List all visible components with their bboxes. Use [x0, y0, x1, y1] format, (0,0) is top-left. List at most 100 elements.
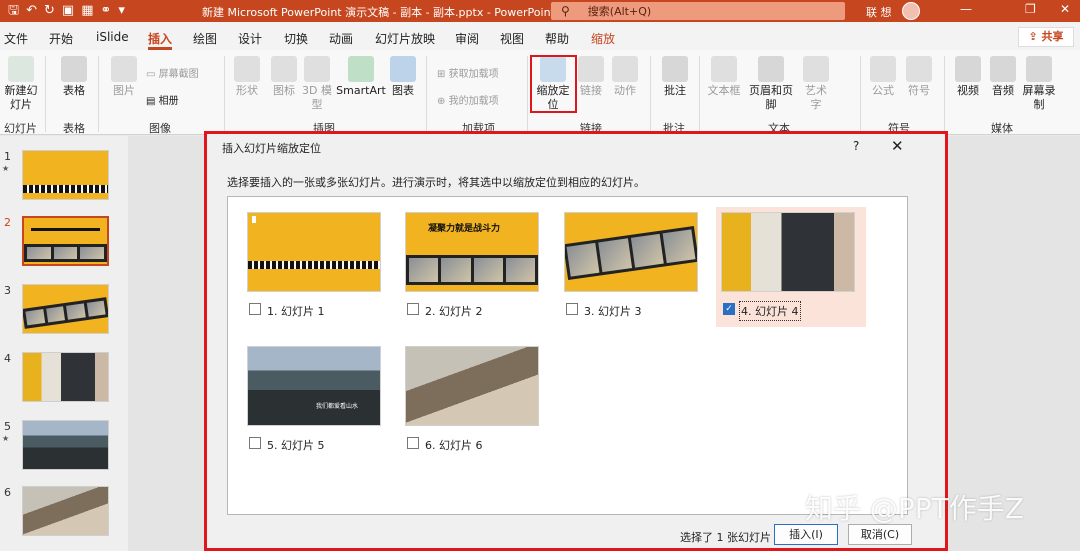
symbol-button[interactable]: 符号: [904, 56, 934, 98]
undo-icon[interactable]: ↶: [26, 4, 37, 18]
photo-strip: [565, 225, 697, 281]
screen-record-button[interactable]: 屏幕录制: [1022, 56, 1056, 112]
textbox-icon: [711, 56, 737, 82]
comment-icon: [662, 56, 688, 82]
slide-3-checkbox[interactable]: [566, 303, 578, 315]
slide-option-1[interactable]: 1. 幻灯片 1: [242, 207, 392, 327]
table-button[interactable]: 表格: [56, 56, 92, 98]
video-button[interactable]: 视频: [952, 56, 984, 98]
filmstrip-graphic: [248, 261, 380, 269]
smartart-button[interactable]: SmartArt: [336, 56, 386, 98]
slide-thumbnail-4[interactable]: [22, 352, 109, 402]
tab-transitions[interactable]: 切换: [284, 30, 308, 47]
tab-animations[interactable]: 动画: [329, 30, 353, 47]
slide-option-4[interactable]: ✓ 4. 幻灯片 4: [716, 207, 866, 327]
restore-icon[interactable]: ❐: [1025, 2, 1036, 16]
slide-thumbnail-1[interactable]: [22, 150, 109, 200]
tab-view[interactable]: 视图: [500, 30, 524, 47]
audio-button[interactable]: 音频: [988, 56, 1018, 98]
slide-4-checkbox[interactable]: ✓: [723, 303, 735, 315]
search-box[interactable]: ⚲ 搜索(Alt+Q): [551, 2, 845, 20]
slide-option-2[interactable]: 凝聚力就是战斗力 2. 幻灯片 2: [400, 207, 550, 327]
slide-option-3[interactable]: 3. 幻灯片 3: [559, 207, 709, 327]
slide-thumbnail-3[interactable]: [22, 284, 109, 334]
equation-label: 公式: [872, 84, 894, 97]
zoom-highlight-frame: [530, 55, 577, 113]
user-name[interactable]: 联 想: [866, 4, 892, 20]
smartart-label: SmartArt: [336, 84, 386, 97]
insert-button[interactable]: 插入(I): [774, 524, 838, 545]
minimize-icon[interactable]: —: [960, 2, 972, 16]
slide-thumbnail-2[interactable]: [22, 216, 109, 266]
header-footer-icon: [758, 56, 784, 82]
tab-home[interactable]: 开始: [49, 30, 73, 47]
group-divider: [224, 56, 225, 132]
slide-5-label: 5. 幻灯片 5: [267, 439, 325, 452]
share-button[interactable]: ⇪ 共享: [1018, 27, 1074, 47]
tab-zoom[interactable]: 缩放: [591, 30, 615, 47]
smartart-icon: [348, 56, 374, 82]
islide-icon[interactable]: ⚭: [100, 4, 111, 18]
textbox-button[interactable]: 文本框: [707, 56, 741, 98]
customize-icon[interactable]: ▾: [118, 4, 125, 18]
slide-list[interactable]: 1. 幻灯片 1 凝聚力就是战斗力 2. 幻灯片 2 3. 幻灯片 3 ✓ 4.…: [227, 196, 908, 515]
quick-access-toolbar: 🖫 ↶ ↻ ▣ ▦ ⚭ ▾: [8, 4, 125, 18]
link-button[interactable]: 链接: [578, 56, 604, 98]
window-title: 新建 Microsoft PowerPoint 演示文稿 - 副本 - 副本.p…: [202, 6, 555, 19]
group-slides-label: 幻灯片: [4, 122, 37, 135]
chart-button[interactable]: 图表: [388, 56, 418, 98]
new-slide-icon: [8, 56, 34, 82]
tab-help[interactable]: 帮助: [545, 30, 569, 47]
window-close-icon[interactable]: ✕: [1060, 2, 1070, 16]
save-icon[interactable]: 🖫: [8, 4, 19, 18]
present-icon[interactable]: ▣: [62, 4, 74, 18]
tab-review[interactable]: 审阅: [455, 30, 479, 47]
header-footer-label: 页眉和页脚: [749, 84, 793, 111]
slide-2-checkbox[interactable]: [407, 303, 419, 315]
header-footer-button[interactable]: 页眉和页脚: [745, 56, 797, 112]
3d-model-button[interactable]: 3D 模型: [302, 56, 332, 112]
icons-button[interactable]: 图标: [270, 56, 298, 98]
equation-icon: [870, 56, 896, 82]
tab-draw[interactable]: 绘图: [193, 30, 217, 47]
wordart-button[interactable]: 艺术字: [800, 56, 832, 112]
slide-2-title: 凝聚力就是战斗力: [428, 224, 501, 234]
tab-design[interactable]: 设计: [238, 30, 262, 47]
group-divider: [527, 56, 528, 132]
action-button[interactable]: 动作: [610, 56, 640, 98]
search-icon: ⚲: [561, 4, 570, 18]
slide-option-5[interactable]: 我们都爱看山水 5. 幻灯片 5: [242, 341, 392, 461]
title-bar: 🖫 ↶ ↻ ▣ ▦ ⚭ ▾ 新建 Microsoft PowerPoint 演示…: [0, 0, 1080, 22]
cancel-button[interactable]: 取消(C): [848, 524, 912, 545]
template-icon[interactable]: ▦: [81, 4, 93, 18]
slide-5-checkbox[interactable]: [249, 437, 261, 449]
filmstrip-graphic: [23, 185, 108, 193]
picture-button[interactable]: 图片: [108, 56, 140, 98]
screenshot-button[interactable]: ▭ 屏幕截图: [146, 65, 199, 80]
album-button[interactable]: ▤ 相册: [146, 92, 179, 107]
slide-number: 5: [4, 420, 11, 433]
photo-strip: [23, 297, 108, 329]
title-banner: [30, 228, 101, 231]
tab-insert[interactable]: 插入: [148, 30, 173, 50]
slide-thumbnail-6[interactable]: [22, 486, 109, 536]
help-icon[interactable]: ?: [853, 139, 859, 153]
tab-file[interactable]: 文件: [4, 30, 28, 47]
slide-6-checkbox[interactable]: [407, 437, 419, 449]
tab-islide[interactable]: iSlide: [96, 30, 129, 44]
slide-thumbnail-5[interactable]: [22, 420, 109, 470]
comment-button[interactable]: 批注: [659, 56, 691, 98]
my-addins-button[interactable]: ⊕ 我的加载项: [437, 92, 499, 107]
avatar[interactable]: [902, 2, 920, 20]
get-addins-button[interactable]: ⊞ 获取加载项: [437, 65, 499, 80]
equation-button[interactable]: 公式: [868, 56, 898, 98]
tab-slideshow[interactable]: 幻灯片放映: [375, 30, 435, 47]
shapes-button[interactable]: 形状: [232, 56, 262, 98]
slide-5-caption: 我们都爱看山水: [316, 403, 359, 410]
shapes-icon: [234, 56, 260, 82]
slide-option-6[interactable]: 6. 幻灯片 6: [400, 341, 550, 461]
slide-1-checkbox[interactable]: [249, 303, 261, 315]
new-slide-button[interactable]: 新建幻灯片: [2, 56, 40, 112]
close-icon[interactable]: ✕: [891, 137, 904, 155]
redo-icon[interactable]: ↻: [44, 4, 55, 18]
